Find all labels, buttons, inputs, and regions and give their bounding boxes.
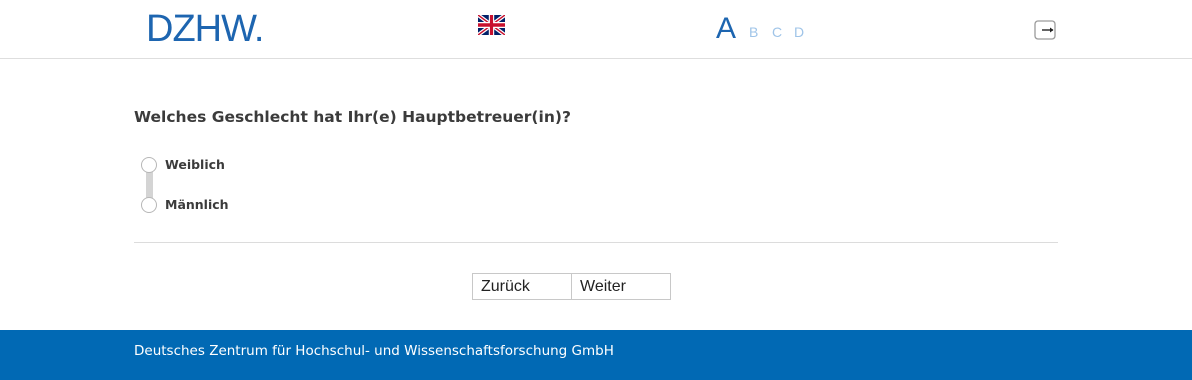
back-button[interactable]: Zurück (473, 274, 572, 299)
step-c: C (772, 24, 783, 40)
divider (134, 242, 1058, 243)
uk-flag-icon[interactable] (478, 15, 505, 35)
footer: Deutsches Zentrum für Hochschul- und Wis… (0, 330, 1192, 380)
dzhw-logo: DZHW. (146, 8, 264, 50)
option-weiblich-label: Weiblich (165, 157, 225, 172)
footer-text: Deutsches Zentrum für Hochschul- und Wis… (134, 343, 614, 359)
step-b: B (749, 24, 759, 40)
option-connector (146, 172, 153, 200)
question-text: Welches Geschlecht hat Ihr(e) Hauptbetre… (134, 108, 571, 126)
radio-weiblich[interactable] (141, 157, 157, 173)
header: DZHW. A B C D (0, 0, 1192, 59)
radio-maennlich[interactable] (141, 197, 157, 213)
navigation-buttons: Zurück Weiter (472, 273, 671, 300)
step-a-active: A (716, 12, 737, 45)
logout-icon[interactable] (1034, 20, 1056, 40)
step-d: D (794, 24, 805, 40)
next-button[interactable]: Weiter (572, 274, 670, 299)
option-maennlich-label: Männlich (165, 197, 229, 212)
